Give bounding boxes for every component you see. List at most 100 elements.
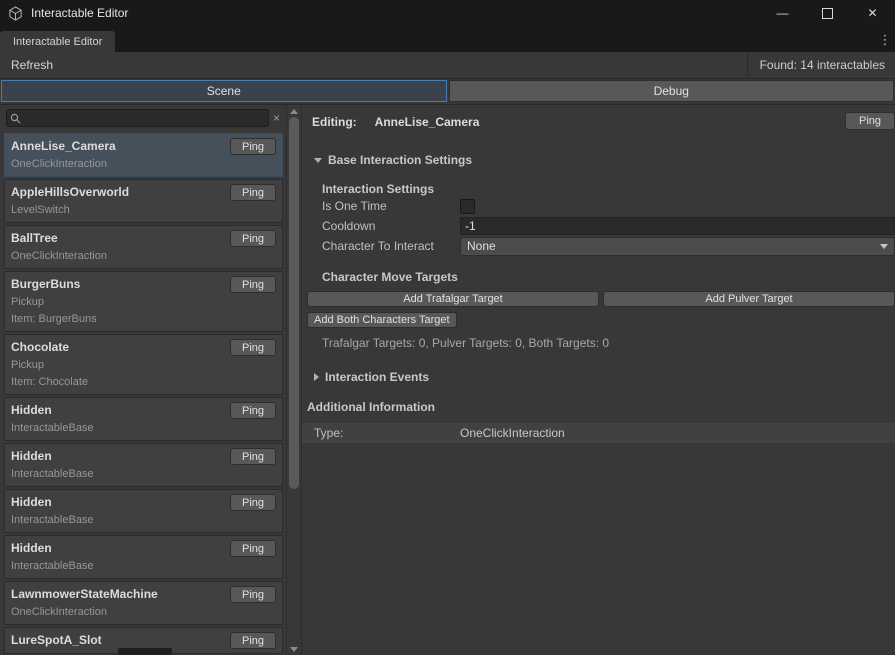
toolbar: Refresh Found: 14 interactables (0, 52, 895, 79)
foldout-closed-icon (314, 373, 319, 381)
clear-search-icon[interactable]: × (269, 111, 284, 125)
list-item-subtitle: InteractableBase (11, 421, 276, 436)
vertical-scrollbar[interactable] (286, 105, 302, 655)
interaction-events-foldout[interactable]: Interaction Events (314, 370, 895, 384)
list-item-subtitles: InteractableBase (11, 559, 276, 574)
ping-button[interactable]: Ping (230, 448, 276, 465)
list-item-subtitle: Item: Chocolate (11, 375, 276, 390)
list-item-subtitles: InteractableBase (11, 513, 276, 528)
list-item[interactable]: AnneLise_Camera Ping OneClickInteraction (4, 133, 283, 177)
maximize-button[interactable] (805, 0, 850, 26)
scroll-up-button[interactable] (287, 105, 301, 117)
list-item[interactable]: Chocolate Ping PickupItem: Chocolate (4, 334, 283, 395)
list-item[interactable]: Hidden Ping InteractableBase (4, 443, 283, 487)
list-item-subtitle: InteractableBase (11, 559, 276, 574)
scrollbar-track[interactable] (287, 117, 301, 643)
tab-scene[interactable]: Scene (1, 80, 447, 102)
interactable-list: AnneLise_Camera Ping OneClickInteraction… (0, 131, 286, 655)
list-item[interactable]: LawnmowerStateMachine Ping OneClickInter… (4, 581, 283, 625)
ping-button[interactable]: Ping (230, 339, 276, 356)
list-item-subtitle: OneClickInteraction (11, 157, 276, 172)
list-item[interactable]: BallTree Ping OneClickInteraction (4, 225, 283, 269)
list-item-subtitle: LevelSwitch (11, 203, 276, 218)
is-one-time-checkbox[interactable] (460, 199, 475, 214)
ping-button[interactable]: Ping (230, 494, 276, 511)
search-icon (10, 113, 21, 124)
search-row: × (0, 105, 286, 131)
add-both-characters-target-button[interactable]: Add Both Characters Target (307, 312, 457, 328)
view-tabs: Scene Debug (0, 79, 895, 105)
minimize-button[interactable]: — (760, 0, 805, 26)
list-item-subtitles: OneClickInteraction (11, 157, 276, 172)
list-item-subtitle: InteractableBase (11, 467, 276, 482)
search-input[interactable] (21, 112, 265, 124)
editor-panel: Editing: AnneLise_Camera Ping Base Inter… (302, 105, 895, 655)
list-item-subtitle: Pickup (11, 295, 276, 310)
ping-button[interactable]: Ping (230, 276, 276, 293)
list-item[interactable]: AppleHillsOverworld Ping LevelSwitch (4, 179, 283, 223)
type-row: Type: OneClickInteraction (302, 423, 895, 443)
ping-button[interactable]: Ping (230, 402, 276, 419)
dropdown-value: None (467, 239, 496, 253)
character-move-targets-header: Character Move Targets (322, 270, 895, 284)
tab-debug[interactable]: Debug (449, 80, 895, 102)
scene-list-panel: × AnneLise_Camera Ping OneClickInteracti… (0, 105, 286, 655)
search-box[interactable] (6, 109, 269, 127)
interaction-settings-header: Interaction Settings (322, 182, 895, 196)
kebab-menu-icon[interactable]: ⋮ (878, 32, 892, 48)
add-target-button-row: Add Trafalgar Target Add Pulver Target (307, 291, 895, 307)
list-item-subtitle: OneClickInteraction (11, 605, 276, 620)
content-area: × AnneLise_Camera Ping OneClickInteracti… (0, 105, 895, 655)
editing-ping-button[interactable]: Ping (845, 112, 895, 130)
list-item[interactable]: BurgerBuns Ping PickupItem: BurgerBuns (4, 271, 283, 332)
ping-button[interactable]: Ping (230, 632, 276, 649)
list-item-subtitles: Pickup Item: Chocolate (11, 358, 276, 390)
editing-label: Editing: (312, 115, 357, 129)
ping-button[interactable]: Ping (230, 230, 276, 247)
list-item-subtitle: InteractableBase (11, 513, 276, 528)
list-item-subtitle: Item: BurgerBuns (11, 312, 276, 327)
list-item[interactable]: Hidden Ping InteractableBase (4, 489, 283, 533)
character-to-interact-row: Character To Interact None (322, 236, 895, 256)
doc-tab-interactable-editor[interactable]: Interactable Editor (0, 31, 115, 52)
base-interaction-settings-foldout[interactable]: Base Interaction Settings (314, 153, 895, 167)
cooldown-row: Cooldown (322, 216, 895, 236)
list-item-subtitles: LevelSwitch (11, 203, 276, 218)
horizontal-scrollbar-thumb[interactable] (118, 648, 172, 655)
additional-information-header: Additional Information (307, 400, 895, 414)
window-controls: — ✕ (760, 0, 895, 26)
ping-button[interactable]: Ping (230, 138, 276, 155)
editing-row: Editing: AnneLise_Camera (312, 113, 895, 131)
ping-button[interactable]: Ping (230, 184, 276, 201)
add-trafalgar-target-button[interactable]: Add Trafalgar Target (307, 291, 599, 307)
ping-button[interactable]: Ping (230, 540, 276, 557)
list-item-subtitles: OneClickInteraction (11, 249, 276, 264)
scroll-down-icon (290, 647, 298, 652)
ping-button[interactable]: Ping (230, 586, 276, 603)
close-button[interactable]: ✕ (850, 0, 895, 26)
list-item[interactable]: Hidden Ping InteractableBase (4, 535, 283, 579)
close-icon: ✕ (867, 6, 877, 20)
scrollbar-thumb[interactable] (289, 117, 299, 489)
is-one-time-label: Is One Time (322, 199, 460, 213)
list-item-subtitles: InteractableBase (11, 421, 276, 436)
character-to-interact-dropdown[interactable]: None (460, 237, 895, 256)
cooldown-field[interactable] (460, 217, 895, 235)
list-item-subtitle: Pickup (11, 358, 276, 373)
minimize-icon: — (777, 6, 789, 20)
maximize-icon (822, 8, 833, 19)
cooldown-label: Cooldown (322, 219, 460, 233)
chevron-down-icon (880, 244, 888, 249)
list-item-subtitle: OneClickInteraction (11, 249, 276, 264)
refresh-button[interactable]: Refresh (0, 52, 64, 78)
editing-target-name: AnneLise_Camera (375, 115, 480, 129)
add-pulver-target-button[interactable]: Add Pulver Target (603, 291, 895, 307)
title-bar: Interactable Editor — ✕ (0, 0, 895, 26)
targets-summary: Trafalgar Targets: 0, Pulver Targets: 0,… (322, 336, 895, 350)
interactable-editor-window: Interactable Editor — ✕ Interactable Edi… (0, 0, 895, 655)
character-to-interact-label: Character To Interact (322, 239, 460, 253)
list-item[interactable]: Hidden Ping InteractableBase (4, 397, 283, 441)
scroll-down-button[interactable] (287, 643, 301, 655)
unity-logo-icon (8, 6, 23, 21)
list-item-subtitles: Pickup Item: BurgerBuns (11, 295, 276, 327)
